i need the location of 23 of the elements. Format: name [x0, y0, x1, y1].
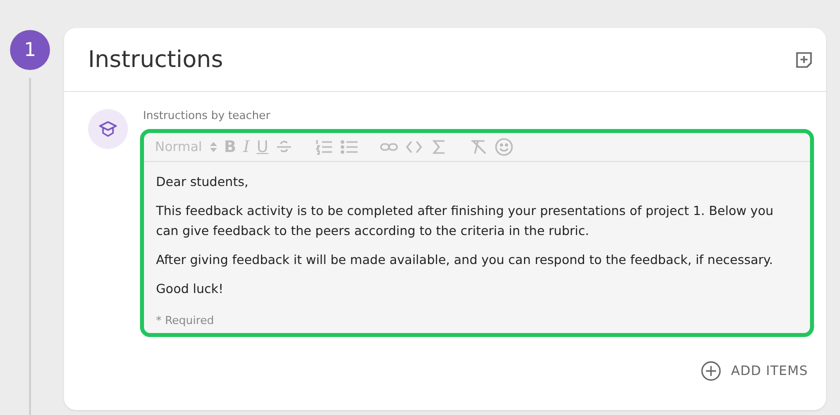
clear-icon[interactable] — [470, 138, 488, 156]
sort-arrows-icon — [210, 142, 218, 152]
add-note-icon[interactable] — [794, 50, 814, 70]
instruction-paragraph: After giving feedback it will be made available, and you can respond to the feedback, if necessary. — [156, 251, 774, 269]
style-select[interactable]: Normal — [155, 140, 218, 154]
required-hint: * Required — [155, 313, 215, 329]
numbered-list-icon[interactable] — [315, 138, 334, 156]
underline-button[interactable]: U — [256, 139, 268, 155]
rich-text-editor[interactable] — [140, 129, 814, 337]
emoji-icon[interactable] — [495, 138, 514, 156]
add-items-button[interactable]: ADD ITEMS — [700, 357, 808, 385]
bold-button[interactable]: B — [224, 139, 236, 155]
instruction-paragraph: Good luck! — [156, 280, 224, 298]
card-title: Instructions — [88, 46, 224, 72]
graduation-cap-icon — [98, 120, 118, 138]
italic-button[interactable]: I — [243, 139, 250, 155]
code-icon[interactable] — [405, 138, 424, 156]
field-label: Instructions by teacher — [143, 109, 272, 122]
step-number: 1 — [10, 30, 50, 70]
instruction-paragraph: Dear students, — [156, 173, 250, 191]
bullets-icon[interactable] — [340, 138, 358, 156]
plus-circle-icon — [700, 361, 721, 381]
instruction-paragraph: This feedback activity is to be completed after finishing your presentations of project 1. Below you can give feedback to the peers according to the criteria in the rubric. — [156, 202, 774, 240]
